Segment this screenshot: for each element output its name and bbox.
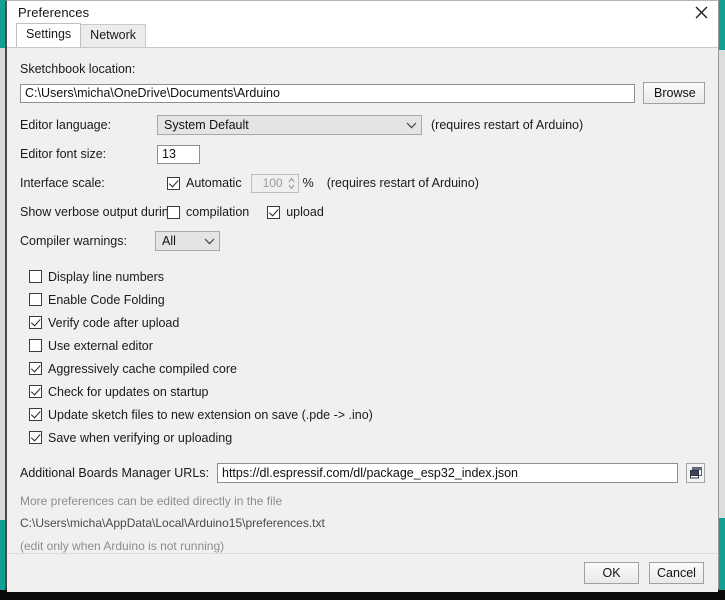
list-item-label: Check for updates on startup xyxy=(48,384,209,399)
checkbox-enable-code-folding[interactable]: Enable Code Folding xyxy=(29,288,705,311)
interface-scale-percent-label: % xyxy=(302,176,314,190)
preferences-file-note-2: (edit only when Arduino is not running) xyxy=(20,539,225,553)
chevron-down-icon xyxy=(204,234,215,248)
checkbox-aggressively-cache-compiled-core[interactable]: Aggressively cache compiled core xyxy=(29,357,705,380)
checkbox-use-external-editor[interactable]: Use external editor xyxy=(29,334,705,357)
tab-settings[interactable]: Settings xyxy=(16,23,82,47)
interface-scale-restart-note: (requires restart of Arduino) xyxy=(326,176,479,190)
verbose-upload-checkbox[interactable]: upload xyxy=(267,205,324,219)
boards-manager-urls-row: Additional Boards Manager URLs: xyxy=(20,462,705,484)
editor-language-restart-note: (requires restart of Arduino) xyxy=(431,118,584,132)
compiler-warnings-value: All xyxy=(162,234,176,248)
checkbox-box xyxy=(29,293,42,306)
interface-scale-automatic-checkbox[interactable]: Automatic xyxy=(167,176,242,190)
ok-button[interactable]: OK xyxy=(584,562,639,584)
checkbox-save-when-verifying-or-uploading[interactable]: Save when verifying or uploading xyxy=(29,426,705,449)
checkbox-box xyxy=(29,316,42,329)
interface-scale-stepper[interactable]: 100 xyxy=(250,173,299,193)
verbose-output-label: Show verbose output during: xyxy=(20,205,180,219)
close-icon[interactable] xyxy=(684,1,718,23)
verbose-output-row: Show verbose output during: compilation … xyxy=(20,202,705,222)
editor-language-row: Editor language: System Default (require… xyxy=(20,115,705,135)
interface-scale-value: 100 xyxy=(262,176,283,190)
checkbox-check-for-updates-on-startup[interactable]: Check for updates on startup xyxy=(29,380,705,403)
list-item-label: Update sketch files to new extension on … xyxy=(48,407,373,422)
tab-network-label: Network xyxy=(90,28,137,42)
boards-manager-urls-label: Additional Boards Manager URLs: xyxy=(20,466,209,480)
preferences-file-note-1: More preferences can be edited directly … xyxy=(20,494,283,508)
checkbox-box xyxy=(29,270,42,283)
tab-settings-label: Settings xyxy=(26,27,72,41)
interface-scale-label: Interface scale: xyxy=(20,176,105,190)
window-title: Preferences xyxy=(18,4,90,20)
dialog-footer: OK Cancel xyxy=(7,553,718,592)
tab-strip: Settings Network xyxy=(7,23,718,47)
chevron-down-icon xyxy=(406,118,417,132)
compiler-warnings-select[interactable]: All xyxy=(155,231,220,251)
verbose-compilation-label: compilation xyxy=(186,205,250,219)
checkbox-box xyxy=(29,362,42,375)
boards-manager-urls-input[interactable] xyxy=(217,463,679,483)
checkbox-verify-code-after-upload[interactable]: Verify code after upload xyxy=(29,311,705,334)
list-item-label: Aggressively cache compiled core xyxy=(48,361,237,376)
editor-font-size-label: Editor font size: xyxy=(20,147,107,161)
editor-language-value: System Default xyxy=(164,118,249,132)
list-item-label: Verify code after upload xyxy=(48,315,180,330)
list-item-label: Enable Code Folding xyxy=(48,292,165,307)
compiler-warnings-label: Compiler warnings: xyxy=(20,234,127,248)
sketchbook-location-label: Sketchbook location: xyxy=(20,62,136,76)
editor-font-size-input[interactable] xyxy=(157,144,200,164)
checkbox-box xyxy=(167,176,180,190)
sketchbook-label-row: Sketchbook location: xyxy=(20,59,705,79)
list-item-label: Display line numbers xyxy=(48,269,165,284)
sketchbook-row: Browse xyxy=(20,82,705,104)
preferences-file-path: C:\Users\micha\AppData\Local\Arduino15\p… xyxy=(20,516,325,530)
preferences-checkbox-list: Display line numbers Enable Code Folding… xyxy=(20,265,705,449)
list-item-label: Use external editor xyxy=(48,338,153,353)
checkbox-box xyxy=(29,339,42,352)
checkbox-box xyxy=(29,408,42,421)
checkbox-box xyxy=(267,205,281,219)
interface-scale-row: Interface scale: Automatic 100 % (requir… xyxy=(20,173,705,193)
sketchbook-location-input[interactable] xyxy=(20,83,635,103)
browse-button[interactable]: Browse xyxy=(643,82,705,104)
window-stack-icon[interactable] xyxy=(686,463,705,483)
list-item-label: Save when verifying or uploading xyxy=(48,430,233,445)
spinner-arrows-icon xyxy=(287,177,296,190)
checkbox-display-line-numbers[interactable]: Display line numbers xyxy=(29,265,705,288)
editor-language-select[interactable]: System Default xyxy=(157,115,422,135)
checkbox-update-sketch-files-extension[interactable]: Update sketch files to new extension on … xyxy=(29,403,705,426)
checkbox-box xyxy=(167,205,180,219)
settings-panel: Sketchbook location: Browse Editor langu… xyxy=(7,47,718,553)
verbose-compilation-checkbox[interactable]: compilation xyxy=(167,205,249,219)
checkbox-box xyxy=(29,431,42,444)
compiler-warnings-row: Compiler warnings: All xyxy=(20,231,705,251)
checkbox-box xyxy=(29,385,42,398)
title-bar: Preferences xyxy=(7,1,718,23)
cancel-button[interactable]: Cancel xyxy=(649,562,704,584)
editor-language-label: Editor language: xyxy=(20,118,112,132)
editor-font-size-row: Editor font size: xyxy=(20,144,705,164)
tab-network[interactable]: Network xyxy=(80,24,147,47)
interface-scale-automatic-label: Automatic xyxy=(186,176,242,190)
preferences-dialog: Preferences Settings Network Sketchbook … xyxy=(5,0,719,592)
verbose-upload-label: upload xyxy=(286,205,324,219)
